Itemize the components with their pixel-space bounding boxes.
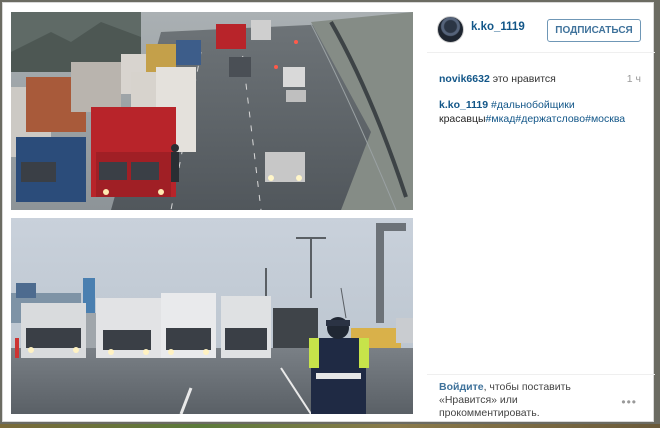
post-photo-bottom[interactable] (11, 218, 413, 414)
login-link[interactable]: Войдите (439, 381, 484, 393)
post-modal: k.ko_1119 ПОДПИСАТЬСЯ novik6632 это нрав… (2, 2, 655, 423)
more-options-icon[interactable]: ••• (621, 395, 637, 409)
post-footer: Войдите, чтобы поставить «Нравится» или … (427, 374, 655, 423)
caption-author-link[interactable]: k.ko_1119 (439, 99, 488, 111)
username-link[interactable]: k.ko_1119 (471, 21, 525, 33)
hashtag-link[interactable]: #держатсловo (515, 113, 585, 125)
post-time[interactable]: 1 ч (627, 73, 641, 85)
post-caption: k.ko_1119 #дальнобойщики красавцы#мкад#д… (439, 98, 644, 126)
liker-link[interactable]: novik6632 (439, 73, 490, 85)
post-photo-top[interactable] (11, 12, 413, 210)
hashtag-link[interactable]: #дальнобойщики (491, 99, 575, 111)
post-sidebar: k.ko_1119 ПОДПИСАТЬСЯ novik6632 это нрав… (427, 3, 655, 423)
hashtag-link[interactable]: #мкад (486, 113, 516, 125)
traffic-jam-image (11, 12, 413, 210)
hashtag-link[interactable]: #москва (585, 113, 625, 125)
trucks-police-image (11, 218, 413, 414)
login-prompt: Войдите, чтобы поставить «Нравится» или … (439, 381, 609, 420)
background-strip (0, 424, 660, 428)
caption-text: красавцы (439, 113, 486, 125)
likes-line: novik6632 это нравится (439, 73, 639, 85)
avatar[interactable] (437, 16, 464, 43)
post-header: k.ko_1119 ПОДПИСАТЬСЯ (427, 3, 655, 53)
likes-text: это нравится (492, 73, 556, 85)
follow-button[interactable]: ПОДПИСАТЬСЯ (547, 19, 641, 42)
